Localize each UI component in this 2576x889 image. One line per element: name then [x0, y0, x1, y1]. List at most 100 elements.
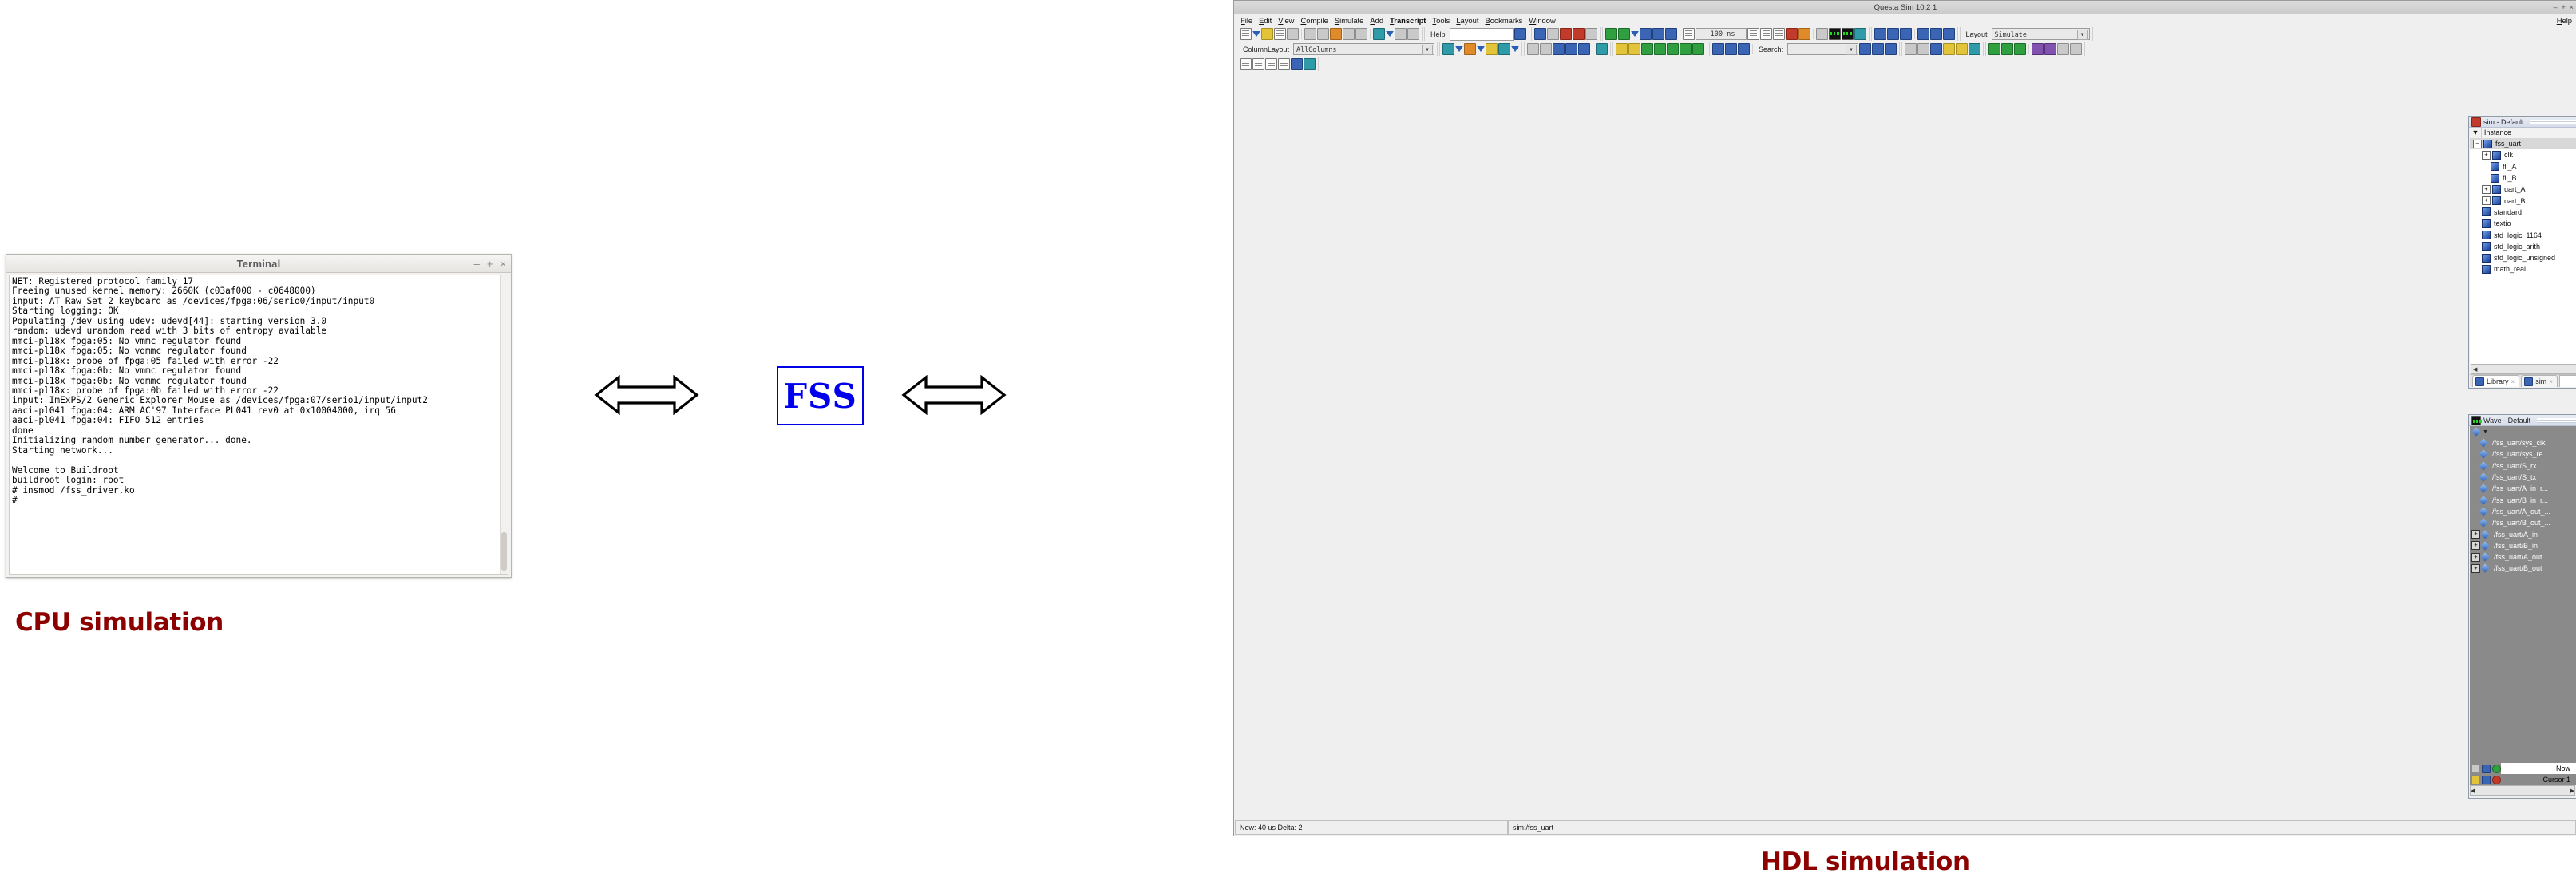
tab-library[interactable]: Library × [2472, 375, 2520, 387]
compile-all-icon[interactable] [1546, 28, 1559, 40]
wave-bookmark-add-icon[interactable] [1917, 28, 1929, 40]
layout-group[interactable]: Layout Simulate ▼ [1959, 27, 2093, 41]
terminal-scroll-thumb[interactable] [501, 531, 507, 571]
format-analog-icon[interactable] [2001, 43, 2014, 55]
wave-expand-icon[interactable] [1641, 43, 1654, 55]
tab-sim[interactable]: sim × [2521, 375, 2558, 387]
wave-group-icon[interactable] [1667, 43, 1680, 55]
wave-insert-icon[interactable] [1464, 43, 1477, 55]
wave-name-column[interactable]: /fss_uart/sys_clk/fss_uart/sys_re... /fss… [2470, 437, 2574, 747]
radix-hex-icon[interactable] [1265, 58, 1277, 70]
format-group2-icon[interactable] [2070, 43, 2083, 55]
chevron-down-icon[interactable]: ▼ [1846, 45, 1858, 55]
find-next-transition-icon[interactable] [1628, 43, 1641, 55]
search-input[interactable]: ▼ [1787, 43, 1859, 55]
scroll-left-icon[interactable]: ◀ [2471, 788, 2475, 794]
toolbar-row-3[interactable] [1234, 57, 2576, 72]
sim-tree-row[interactable]: +uart_Abasic_uart(b...Architect [2470, 184, 2576, 195]
help-search-icon[interactable] [1514, 28, 1526, 40]
sim-tree-row[interactable]: std_logic_unsignedstd_logic_un...Package [2470, 252, 2576, 263]
dropdown-arrow-icon[interactable] [1386, 31, 1394, 37]
radix-ascii-icon[interactable] [1291, 58, 1303, 70]
terminal-window[interactable]: Terminal – + × NET: Registered protocol … [6, 254, 512, 578]
tree-expander[interactable]: + [2482, 184, 2491, 194]
help-search-input[interactable] [1449, 27, 1514, 41]
sim-instance-name[interactable]: math_real [2470, 264, 2576, 274]
redo-icon[interactable] [1355, 28, 1367, 40]
format-group[interactable] [1985, 42, 2086, 56]
sim-instance-name[interactable]: std_logic_unsigned [2470, 253, 2576, 263]
bookmark-group[interactable] [1870, 27, 1958, 41]
end-simulation-icon[interactable] [1572, 28, 1585, 40]
add-cursor-icon[interactable] [2492, 764, 2501, 773]
wave-now-row[interactable]: Now [2470, 763, 2574, 774]
dropdown-arrow-icon[interactable] [1630, 31, 1639, 37]
wave-time-footer[interactable]: Now Cursor 1 40000 ns 0 ns [2470, 747, 2576, 785]
simulate-icon[interactable] [1559, 28, 1572, 40]
sim-tree-row[interactable]: fli_Afli_socket(en...Architect [2470, 161, 2576, 172]
questa-menubar[interactable]: File Edit View Compile Simulate Add Transcript… [1234, 14, 2576, 26]
dataflow-icon[interactable] [1854, 28, 1866, 40]
cursor-edit-icon[interactable] [2482, 775, 2491, 784]
wave-lock-icon[interactable] [1943, 43, 1956, 55]
tab-close-icon[interactable]: × [2549, 378, 2553, 385]
wave-expander[interactable]: + [2471, 541, 2480, 551]
wave-name-header[interactable]: ▼ [2470, 426, 2576, 437]
step-into-icon[interactable] [1772, 28, 1785, 40]
sim-tree-row[interactable]: +clkclock(behav...Architect [2470, 149, 2576, 160]
cursor-delete-icon[interactable] [1565, 43, 1578, 55]
menu-window[interactable]: Window [1525, 16, 1558, 25]
tree-expander[interactable]: + [2482, 150, 2491, 160]
wave-bookmark-next-icon[interactable] [1942, 28, 1955, 40]
sim-tree-row[interactable]: −fss_uartfss_uart(beh...Architect [2470, 138, 2576, 150]
search-prev-icon[interactable] [1859, 43, 1872, 55]
cursor-group[interactable] [1524, 42, 1612, 56]
wave-expander[interactable]: + [2471, 552, 2480, 562]
compile-icon[interactable] [1533, 28, 1546, 40]
help-search-group[interactable]: Help [1424, 27, 1529, 41]
sim-instance-name[interactable]: standard [2470, 207, 2576, 217]
column-instance[interactable]: Instance [2482, 128, 2576, 138]
wave-compare-icon[interactable] [1969, 43, 1981, 55]
undo-icon[interactable] [1343, 28, 1355, 40]
terminal-window-buttons[interactable]: – + × [474, 255, 506, 272]
columnlayout-select[interactable]: AllColumns ▼ [1293, 43, 1435, 55]
wave-signal-row[interactable]: + /fss_uart/B_in [2470, 540, 2574, 551]
cursor-lock-icon[interactable] [1578, 43, 1591, 55]
cursor-lock-icon[interactable] [2471, 775, 2480, 784]
wave-signal-row[interactable]: /fss_uart/sys_clk [2470, 437, 2574, 448]
sim-instance-name[interactable]: + clk [2470, 150, 2576, 160]
radix-decimal-icon[interactable] [1240, 58, 1252, 70]
sim-panel-tabs[interactable]: Library×sim×◀▶ [2470, 374, 2576, 387]
sort-icon[interactable] [1407, 28, 1419, 40]
toolbar-row-1[interactable]: Help 100 ns Layout Simulate ▼ [1234, 26, 2576, 41]
wave-collapse-icon[interactable] [1654, 43, 1667, 55]
terminal-body[interactable]: NET: Registered protocol family 17 Freei… [9, 275, 508, 575]
sim-instance-name[interactable]: + uart_A [2470, 184, 2576, 194]
chevron-down-icon[interactable]: ▼ [1422, 45, 1434, 55]
layout-select[interactable]: Simulate ▼ [1991, 28, 2090, 40]
wave-home-icon[interactable] [1930, 43, 1943, 55]
bookmark-next-icon[interactable] [1899, 28, 1912, 40]
close-icon[interactable]: × [2570, 3, 2574, 11]
dropdown-arrow-icon[interactable] [1511, 46, 1520, 52]
paste-icon[interactable] [1330, 28, 1342, 40]
sim-tree-row[interactable]: standardstandardPackage [2470, 207, 2576, 218]
questa-titlebar[interactable]: Questa Sim 10.2 1 – + × [1234, 1, 2576, 14]
wave-scrollbars[interactable]: ◀▶ ◀▶ ◀ [2470, 785, 2576, 796]
sim-tree-row[interactable]: +uart_Bbasic_uart(b...Architect [2470, 195, 2576, 206]
sim-instance-name[interactable]: textio [2470, 219, 2576, 228]
wave-signal-row[interactable]: + /fss_uart/B_out [2470, 563, 2574, 574]
format-color-icon[interactable] [2032, 43, 2044, 55]
menu-file[interactable]: File [1237, 16, 1256, 25]
column-filter-icon[interactable]: ▼ [2470, 128, 2482, 138]
wave-unlock-icon[interactable] [1956, 43, 1969, 55]
terminal-titlebar[interactable]: Terminal – + × [6, 255, 511, 273]
sim-tree-row[interactable]: fli_Bfli_socket(en...Architect [2470, 172, 2576, 184]
wave-signal-row[interactable]: /fss_uart/sys_re... [2470, 448, 2574, 460]
questa-window-buttons[interactable]: – + × [2553, 1, 2574, 14]
wave-signal-row[interactable]: /fss_uart/A_in_r... [2470, 483, 2574, 494]
search-options-icon[interactable] [1885, 43, 1897, 55]
menu-simulate[interactable]: Simulate [1332, 16, 1367, 25]
copy-icon[interactable] [1317, 28, 1329, 40]
